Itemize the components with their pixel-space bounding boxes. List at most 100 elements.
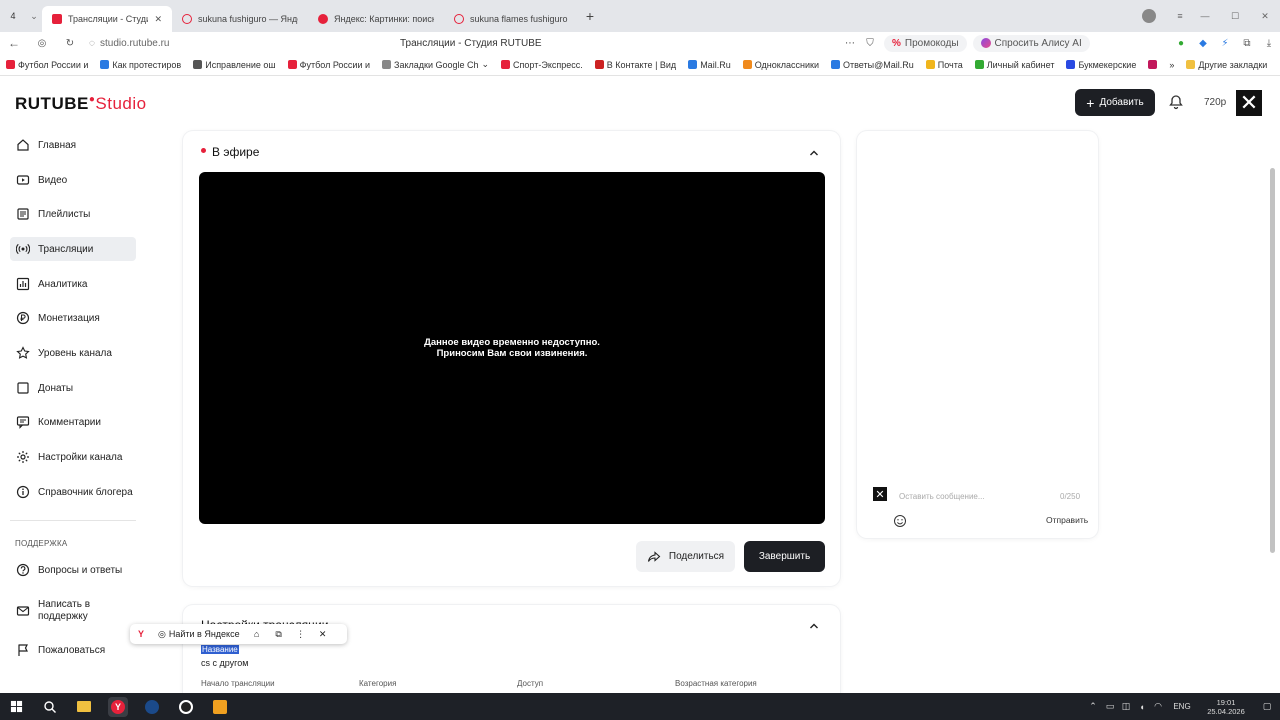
percent-icon: % xyxy=(892,37,901,49)
sidebar-item-channel-settings[interactable]: Настройки канала xyxy=(10,445,136,469)
browser-tab[interactable]: sukuna flames fushiguro - xyxy=(444,6,580,32)
more-dots-icon[interactable]: ⋯ xyxy=(840,38,860,49)
sidebar-item-donations[interactable]: Донаты xyxy=(10,376,136,400)
finish-broadcast-button[interactable]: Завершить xyxy=(744,541,825,572)
search-in-yandex-button[interactable]: ◎ Найти в Яндексе xyxy=(152,629,246,640)
bell-icon[interactable] xyxy=(1168,94,1184,110)
share-arrow-icon xyxy=(647,550,661,562)
download-icon[interactable]: ⤓ xyxy=(1258,38,1280,49)
windows-taskbar: Y ⌃ ▭ ◫ ◖ ◠ ENG 19:01 25.04.2026 ▢ xyxy=(0,693,1280,720)
bookmark-item[interactable]: Исправление ош xyxy=(187,60,281,70)
sidebar-item-analytics[interactable]: Аналитика xyxy=(10,272,136,296)
broadcast-icon xyxy=(16,243,30,255)
sidebar-item-playlists[interactable]: Плейлисты xyxy=(10,202,136,226)
reload-icon[interactable]: ↻ xyxy=(56,38,84,49)
support-heading: ПОДДЕРЖКА xyxy=(15,539,68,548)
notifications-icon[interactable]: ▢ xyxy=(1254,701,1280,712)
close-popup-icon[interactable]: ✕ xyxy=(312,629,334,640)
bookmarks-bar: Футбол России и Как протестиров Исправле… xyxy=(0,54,1280,76)
bookmark-item[interactable]: Футбол России и xyxy=(282,60,376,70)
emoji-icon[interactable] xyxy=(893,514,907,528)
sidebar-item-faq[interactable]: Вопросы и ответы xyxy=(10,558,136,582)
new-tab-plus-icon[interactable]: + xyxy=(580,8,600,24)
sidebar-item-broadcasts[interactable]: Трансляции xyxy=(10,237,136,261)
tray-chevron-up-icon[interactable]: ⌃ xyxy=(1084,701,1102,712)
sidebar-item-monetization[interactable]: Монетизация xyxy=(10,306,136,330)
address-url[interactable]: studio.rutube.ru xyxy=(100,38,400,49)
sidebar-item-video[interactable]: Видео xyxy=(10,168,136,192)
clock[interactable]: 19:01 25.04.2026 xyxy=(1198,698,1254,716)
bookmark-item[interactable] xyxy=(1142,60,1163,69)
tray-network-icon[interactable]: ▭ xyxy=(1102,701,1118,712)
bookmark-item[interactable]: Личный кабинет xyxy=(969,60,1061,70)
steam-icon[interactable] xyxy=(142,697,162,717)
chat-message-input[interactable]: Оставить сообщение... xyxy=(899,492,1049,501)
sidebar-item-write-support[interactable]: Написать в поддержку xyxy=(10,597,136,625)
add-button[interactable]: + Добавить xyxy=(1075,89,1155,116)
sidebar-item-blogger-guide[interactable]: Справочник блогера xyxy=(10,480,136,504)
sidebar-item-report[interactable]: Пожаловаться xyxy=(10,638,136,662)
bookmark-item[interactable]: Букмекерские xyxy=(1060,60,1142,70)
ai-icon[interactable]: ⌂ xyxy=(246,629,268,639)
collections-icon[interactable]: ⧉ xyxy=(1236,38,1258,49)
copy-icon[interactable]: ⧉ xyxy=(268,629,290,640)
name-field-value[interactable]: cs с другом xyxy=(201,658,248,668)
language-indicator[interactable]: ENG xyxy=(1166,702,1198,711)
bookmark-item[interactable]: Почта xyxy=(920,60,969,70)
bookmark-item[interactable]: Спорт-Экспресс. xyxy=(495,60,589,70)
quality-label[interactable]: 720p xyxy=(1204,97,1226,108)
logo-main-text: RUTUBE xyxy=(15,94,89,113)
yandex-images-favicon-icon xyxy=(318,14,328,24)
browser-tab[interactable]: Яндекс: Картинки: поиск xyxy=(308,6,444,32)
minimize-window-icon[interactable]: — xyxy=(1190,11,1220,21)
yandex-browser-icon[interactable]: Y xyxy=(108,696,128,717)
bookmark-item[interactable]: Mail.Ru xyxy=(682,60,737,70)
maximize-window-icon[interactable]: ☐ xyxy=(1220,11,1250,22)
other-bookmarks[interactable]: Другие закладки xyxy=(1180,60,1280,70)
extension-icon[interactable]: ◆ xyxy=(1192,38,1214,49)
yandex-shield-icon[interactable]: ◎ xyxy=(28,38,56,49)
search-icon[interactable] xyxy=(40,697,60,717)
channel-avatar[interactable]: ✕ xyxy=(1236,90,1262,116)
share-button[interactable]: Поделиться xyxy=(636,541,735,572)
video-player[interactable]: Данное видео временно недоступно. Принос… xyxy=(199,172,825,524)
file-explorer-icon[interactable] xyxy=(74,697,94,717)
extension-icon[interactable]: ● xyxy=(1170,38,1192,49)
bookmark-item[interactable]: Ответы@Mail.Ru xyxy=(825,60,920,70)
send-message-button[interactable]: Отправить xyxy=(1046,515,1088,525)
bookmark-item[interactable]: В Контакте | Вид xyxy=(589,60,682,70)
browser-tab-active[interactable]: Трансляции - Студия R ✕ xyxy=(42,6,172,32)
sidebar-item-home[interactable]: Главная xyxy=(10,133,136,157)
bookmark-item[interactable]: Закладки Google Ch ⌄ xyxy=(376,59,495,70)
tray-wifi-icon[interactable]: ◠ xyxy=(1150,701,1166,712)
close-tab-icon[interactable]: ✕ xyxy=(154,14,162,25)
obs-icon[interactable] xyxy=(176,697,196,717)
tab-list-chevron-icon[interactable]: ⌄ xyxy=(26,11,42,22)
lightning-icon[interactable]: ⚡ xyxy=(1214,38,1236,49)
page-scrollbar[interactable] xyxy=(1270,168,1275,553)
windows-start-icon[interactable] xyxy=(6,697,26,717)
bookmark-item[interactable]: Одноклассники xyxy=(737,60,825,70)
browser-tab[interactable]: sukuna fushiguro — Яндекс xyxy=(172,6,308,32)
promo-button[interactable]: % Промокоды xyxy=(884,34,967,52)
alisa-button[interactable]: Спросить Алису AI xyxy=(972,34,1090,52)
sidebar-item-comments[interactable]: Комментарии xyxy=(10,410,136,434)
settings-collapse-chevron-up-icon[interactable] xyxy=(808,619,820,631)
tray-volume-icon[interactable]: ◖ xyxy=(1134,702,1150,712)
bookmark-item[interactable]: Как протестиров xyxy=(94,60,187,70)
app-icon[interactable] xyxy=(210,697,230,717)
collapse-chevron-up-icon[interactable] xyxy=(808,146,820,158)
donate-icon xyxy=(17,382,29,394)
close-window-icon[interactable]: ✕ xyxy=(1250,11,1280,22)
more-bookmarks-icon[interactable]: » xyxy=(1163,60,1180,70)
profile-avatar[interactable] xyxy=(1142,9,1156,23)
tray-icon[interactable]: ◫ xyxy=(1118,701,1134,712)
sidebar-item-channel-level[interactable]: Уровень канала xyxy=(10,341,136,365)
menu-icon[interactable]: ≡ xyxy=(1170,11,1190,21)
bookmark-icon[interactable]: ⛉ xyxy=(860,38,880,49)
rutube-studio-logo[interactable]: RUTUBE●Studio xyxy=(15,94,147,114)
tab-counter[interactable]: 4 xyxy=(0,11,26,21)
back-arrow-icon[interactable]: ← xyxy=(0,36,28,50)
more-vertical-icon[interactable]: ⋮ xyxy=(290,629,312,640)
bookmark-item[interactable]: Футбол России и xyxy=(0,60,94,70)
